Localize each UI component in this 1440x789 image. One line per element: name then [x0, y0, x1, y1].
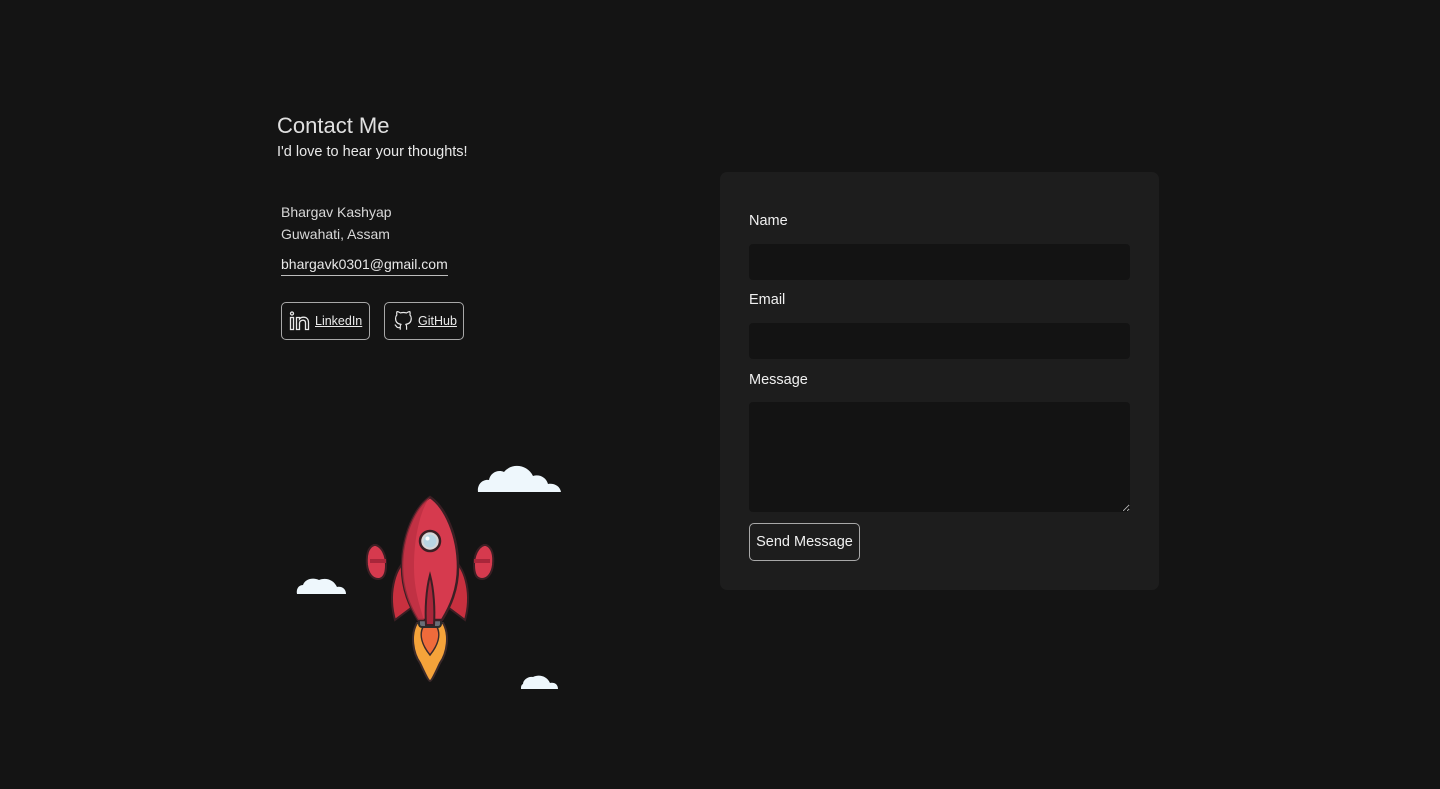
flame-icon	[412, 622, 448, 683]
message-label: Message	[749, 372, 808, 388]
contact-name: Bhargav Kashyap	[281, 204, 392, 220]
github-label: GitHub	[418, 314, 457, 328]
page-subtitle: I'd love to hear your thoughts!	[277, 144, 468, 160]
cloud-icon	[296, 578, 346, 594]
contact-page: Contact Me I'd love to hear your thought…	[0, 0, 1440, 789]
github-button[interactable]: GitHub	[384, 302, 464, 340]
linkedin-icon	[289, 311, 315, 331]
rocket-illustration	[296, 465, 561, 689]
cloud-icon	[477, 465, 561, 492]
message-textarea[interactable]	[749, 402, 1130, 512]
github-icon	[392, 310, 418, 332]
page-title: Contact Me	[277, 113, 390, 138]
name-input[interactable]	[749, 244, 1130, 280]
email-link[interactable]: bhargavk0301@gmail.com	[281, 255, 448, 276]
linkedin-button[interactable]: LinkedIn	[281, 302, 370, 340]
linkedin-label: LinkedIn	[315, 314, 363, 328]
contact-location: Guwahati, Assam	[281, 226, 390, 242]
cloud-icon	[521, 675, 558, 689]
email-input[interactable]	[749, 323, 1130, 359]
email-label: Email	[749, 292, 786, 308]
contact-info: Bhargav Kashyap Guwahati, Assam	[281, 201, 392, 245]
name-label: Name	[749, 213, 788, 229]
contact-form: Name Email Message Send Message	[720, 172, 1159, 590]
send-message-button[interactable]: Send Message	[749, 523, 860, 561]
